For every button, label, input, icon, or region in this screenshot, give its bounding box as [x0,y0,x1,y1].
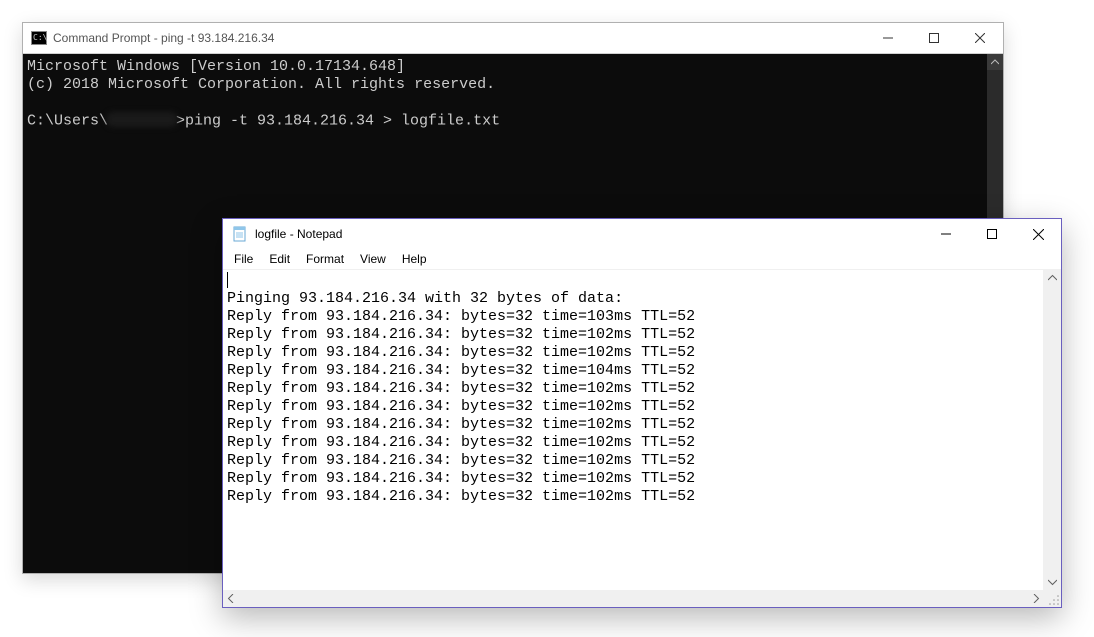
menu-format[interactable]: Format [299,251,351,267]
cmd-titlebar[interactable]: C:\ Command Prompt - ping -t 93.184.216.… [23,23,1003,54]
menu-help[interactable]: Help [395,251,434,267]
cmd-prompt-prefix: C:\Users\ [27,112,108,129]
cmd-prompt-command: >ping -t 93.184.216.34 > logfile.txt [176,112,500,129]
redacted-username [106,112,178,127]
cmd-close-button[interactable] [957,23,1003,53]
notepad-content: Pinging 93.184.216.34 with 32 bytes of d… [227,290,695,505]
cmd-line: (c) 2018 Microsoft Corporation. All righ… [27,76,495,93]
notepad-menubar: File Edit Format View Help [223,249,1061,269]
cmd-line: Microsoft Windows [Version 10.0.17134.64… [27,58,405,75]
notepad-text-area[interactable]: Pinging 93.184.216.34 with 32 bytes of d… [223,270,1043,590]
notepad-minimize-button[interactable] [923,219,969,249]
notepad-window-controls [923,219,1061,249]
cmd-maximize-button[interactable] [911,23,957,53]
scroll-right-icon[interactable] [1027,590,1044,607]
notepad-horizontal-scrollbar[interactable] [223,590,1044,607]
menu-view[interactable]: View [353,251,393,267]
scroll-down-icon[interactable] [1044,573,1061,590]
scroll-up-icon[interactable] [987,54,1003,70]
scroll-up-icon[interactable] [1044,270,1061,287]
menu-file[interactable]: File [227,251,260,267]
scroll-left-icon[interactable] [223,590,240,607]
resize-grip-icon[interactable] [1044,590,1061,607]
cmd-window-controls [865,23,1003,53]
cmd-minimize-button[interactable] [865,23,911,53]
notepad-close-button[interactable] [1015,219,1061,249]
notepad-window-title: logfile - Notepad [255,227,923,241]
notepad-app-icon [232,226,248,242]
notepad-maximize-button[interactable] [969,219,1015,249]
notepad-vertical-scrollbar[interactable] [1043,270,1061,590]
menu-edit[interactable]: Edit [262,251,297,267]
cmd-window-title: Command Prompt - ping -t 93.184.216.34 [53,31,865,45]
notepad-titlebar[interactable]: logfile - Notepad [223,219,1061,249]
notepad-window: logfile - Notepad File Edit Format View … [222,218,1062,608]
text-cursor [227,272,228,288]
notepad-client-area: Pinging 93.184.216.34 with 32 bytes of d… [223,269,1061,607]
cmd-app-icon: C:\ [31,31,47,45]
